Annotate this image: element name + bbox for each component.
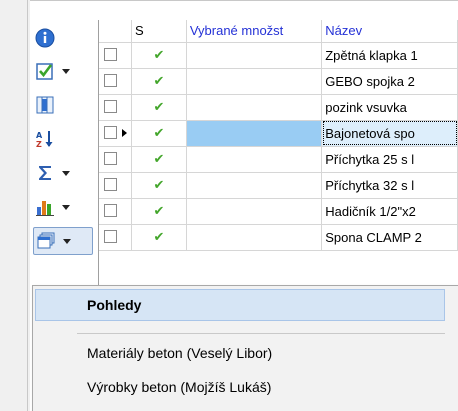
data-grid: S Vybrané množst Název ✔ Zpětná klapka 1… — [98, 20, 458, 290]
table-row[interactable]: ✔ GEBO spojka 2 — [99, 68, 458, 95]
menu-item-view-vyrobky-beton[interactable]: Výrobky beton (Mojžíš Lukáš) — [87, 379, 271, 395]
status-cell: ✔ — [131, 224, 187, 251]
row-checkbox[interactable] — [104, 203, 117, 217]
chevron-down-icon[interactable] — [58, 238, 76, 244]
qty-cell[interactable] — [186, 146, 323, 173]
vertical-toolbar: AZ — [30, 14, 96, 276]
row-checkbox-cell — [99, 198, 133, 225]
menu-header-views: Pohledy — [35, 289, 445, 321]
row-checkbox[interactable] — [104, 151, 117, 165]
column-header-status[interactable]: S — [131, 20, 187, 43]
status-cell: ✔ — [131, 198, 187, 225]
status-cell: ✔ — [131, 94, 187, 121]
status-cell: ✔ — [131, 42, 187, 69]
name-cell[interactable]: Bajonetová spo — [321, 120, 458, 147]
views-dropdown-menu: Pohledy Materiály beton (Veselý Libor) V… — [32, 285, 458, 411]
left-panel-edge — [0, 0, 30, 411]
status-cell: ✔ — [131, 146, 187, 173]
info-icon — [33, 26, 57, 50]
chevron-down-icon[interactable] — [57, 204, 75, 210]
column-header-selected-qty[interactable]: Vybrané množst — [186, 20, 323, 43]
bar-chart-icon — [33, 195, 57, 219]
check-icon: ✔ — [153, 99, 165, 114]
name-cell[interactable]: Spona CLAMP 2 — [321, 224, 458, 251]
row-checkbox-cell — [99, 42, 133, 69]
name-cell[interactable]: Příchytka 25 s l — [321, 146, 458, 173]
check-select-button[interactable] — [33, 57, 93, 85]
current-row-indicator-icon — [122, 128, 127, 137]
row-checkbox[interactable] — [104, 125, 117, 139]
info-button[interactable] — [33, 24, 93, 52]
checkbox-select-icon — [33, 59, 57, 83]
sort-button[interactable]: AZ — [33, 125, 93, 153]
qty-cell[interactable] — [186, 68, 323, 95]
columns-icon — [33, 93, 57, 117]
qty-cell[interactable] — [186, 198, 323, 225]
row-checkbox-cell — [99, 68, 133, 95]
chevron-down-icon[interactable] — [57, 68, 75, 74]
check-icon: ✔ — [153, 203, 165, 218]
row-checkbox[interactable] — [104, 99, 117, 113]
table-row[interactable]: ✔ pozink vsuvka — [99, 94, 458, 121]
top-divider — [30, 0, 458, 1]
row-checkbox[interactable] — [104, 229, 117, 243]
columns-button[interactable] — [33, 91, 93, 119]
name-cell[interactable]: Hadičník 1/2"x2 — [321, 198, 458, 225]
status-cell: ✔ — [131, 68, 187, 95]
check-icon: ✔ — [153, 47, 165, 62]
chevron-down-icon[interactable] — [57, 170, 75, 176]
row-checkbox-cell — [99, 172, 133, 199]
chart-button[interactable] — [33, 193, 93, 221]
grid-header-row: S Vybrané množst Název — [99, 20, 458, 43]
table-row[interactable]: ✔ Příchytka 25 s l — [99, 146, 458, 173]
sum-button[interactable] — [33, 159, 93, 187]
column-header-name[interactable]: Název — [321, 20, 458, 43]
row-checkbox-cell — [99, 120, 133, 147]
table-row-selected[interactable]: ✔ Bajonetová spo — [99, 120, 458, 147]
status-cell: ✔ — [131, 120, 187, 147]
table-row[interactable]: ✔ Příchytka 32 s l — [99, 172, 458, 199]
check-icon: ✔ — [153, 73, 165, 88]
table-row[interactable]: ✔ Zpětná klapka 1 — [99, 42, 458, 69]
check-icon: ✔ — [153, 151, 165, 166]
table-row[interactable]: ✔ Spona CLAMP 2 — [99, 224, 458, 251]
table-row[interactable]: ✔ Hadičník 1/2"x2 — [99, 198, 458, 225]
name-cell[interactable]: Příchytka 32 s l — [321, 172, 458, 199]
qty-cell[interactable] — [186, 94, 323, 121]
sum-icon — [33, 161, 57, 185]
sort-az-icon: AZ — [33, 127, 57, 151]
check-icon: ✔ — [153, 177, 165, 192]
qty-cell[interactable] — [186, 42, 323, 69]
views-icon — [34, 229, 58, 253]
name-cell[interactable]: pozink vsuvka — [321, 94, 458, 121]
row-checkbox-cell — [99, 94, 133, 121]
row-checkbox-cell — [99, 224, 133, 251]
svg-text:Z: Z — [36, 140, 42, 149]
row-checkbox[interactable] — [104, 47, 117, 61]
svg-text:A: A — [36, 131, 43, 140]
row-checkbox[interactable] — [104, 177, 117, 191]
check-icon: ✔ — [153, 229, 165, 244]
status-cell: ✔ — [131, 172, 187, 199]
qty-cell[interactable] — [186, 120, 323, 147]
qty-cell[interactable] — [186, 224, 323, 251]
row-checkbox[interactable] — [104, 73, 117, 87]
views-button[interactable] — [33, 227, 93, 255]
column-header-checkbox[interactable] — [99, 20, 133, 43]
menu-item-view-materialy-beton[interactable]: Materiály beton (Veselý Libor) — [87, 345, 272, 361]
qty-cell[interactable] — [186, 172, 323, 199]
name-cell[interactable]: Zpětná klapka 1 — [321, 42, 458, 69]
row-checkbox-cell — [99, 146, 133, 173]
menu-separator — [77, 333, 445, 334]
check-icon: ✔ — [153, 125, 165, 140]
name-cell[interactable]: GEBO spojka 2 — [321, 68, 458, 95]
